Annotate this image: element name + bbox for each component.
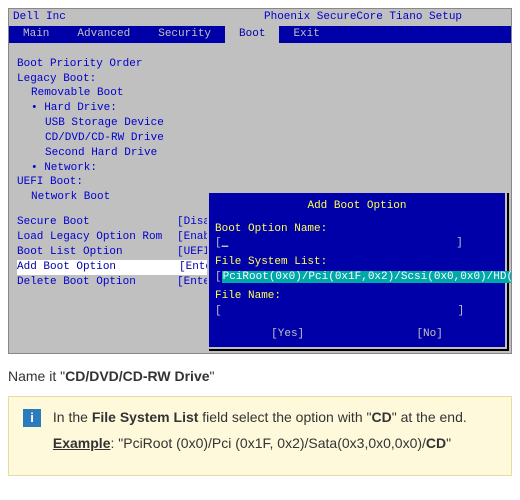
title-bar: Dell Inc Phoenix SecureCore Tiano Setup — [9, 9, 511, 26]
instruction-caption: Name it "CD/DVD/CD-RW Drive" — [8, 368, 512, 384]
fsl-value: PciRoot(0x0)/Pci(0x1F,0x2)/Scsi(0x0,0x0)… — [222, 271, 512, 283]
legacy-harddrive-group[interactable]: • Hard Drive: — [17, 101, 503, 116]
setting-add-boot-option-label: Add Boot Option — [17, 260, 177, 275]
add-boot-option-dialog: Add Boot Option Boot Option Name: [_] Fi… — [207, 191, 507, 350]
legacy-removable[interactable]: Removable Boot — [17, 86, 503, 101]
menu-security[interactable]: Security — [144, 26, 225, 43]
setting-delete-boot-option-label: Delete Boot Option — [17, 275, 177, 290]
boot-page: Boot Priority Order Legacy Boot: Removab… — [9, 43, 511, 354]
setting-secure-boot-label: Secure Boot — [17, 215, 177, 230]
bios-screen: Dell Inc Phoenix SecureCore Tiano Setup … — [8, 8, 512, 354]
file-name-input[interactable]: [] — [215, 304, 499, 319]
menu-exit[interactable]: Exit — [279, 26, 333, 43]
uefi-boot-label: UEFI Boot: — [17, 175, 503, 190]
menu-main[interactable]: Main — [9, 26, 63, 43]
file-system-list-select[interactable]: [PciRoot(0x0)/Pci(0x1F,0x2)/Scsi(0x0,0x0… — [215, 270, 499, 285]
legacy-cddvd[interactable]: CD/DVD/CD-RW Drive — [17, 131, 503, 146]
boot-option-name-label: Boot Option Name: — [215, 222, 499, 237]
info-icon: i — [23, 409, 41, 427]
dialog-yes-button[interactable]: [Yes] — [265, 327, 310, 342]
dialog-buttons: [Yes] [No] — [215, 327, 499, 342]
dialog-title: Add Boot Option — [215, 197, 499, 218]
setting-load-legacy-rom-label: Load Legacy Option Rom — [17, 230, 177, 245]
menu-bar: Main Advanced Security Boot Exit — [9, 26, 511, 43]
vendor-label: Dell Inc — [9, 9, 260, 26]
legacy-usb[interactable]: USB Storage Device — [17, 116, 503, 131]
info-callout: i In the File System List field select t… — [8, 396, 512, 476]
setting-boot-list-option-label: Boot List Option — [17, 245, 177, 260]
legacy-second-hd[interactable]: Second Hard Drive — [17, 146, 503, 161]
product-label: Phoenix SecureCore Tiano Setup — [260, 9, 511, 26]
fsl-prefix: [ — [215, 271, 222, 283]
legacy-boot-label: Legacy Boot: — [17, 72, 503, 87]
menu-advanced[interactable]: Advanced — [63, 26, 144, 43]
legacy-network-group[interactable]: • Network: — [17, 161, 503, 176]
file-name-label: File Name: — [215, 289, 499, 304]
boot-priority-header: Boot Priority Order — [17, 57, 503, 72]
menu-boot[interactable]: Boot — [225, 26, 279, 43]
info-text: In the File System List field select the… — [53, 409, 483, 461]
boot-option-name-input[interactable]: [_] — [215, 236, 499, 251]
dialog-no-button[interactable]: [No] — [410, 327, 448, 342]
file-system-list-label: File System List: — [215, 255, 499, 270]
